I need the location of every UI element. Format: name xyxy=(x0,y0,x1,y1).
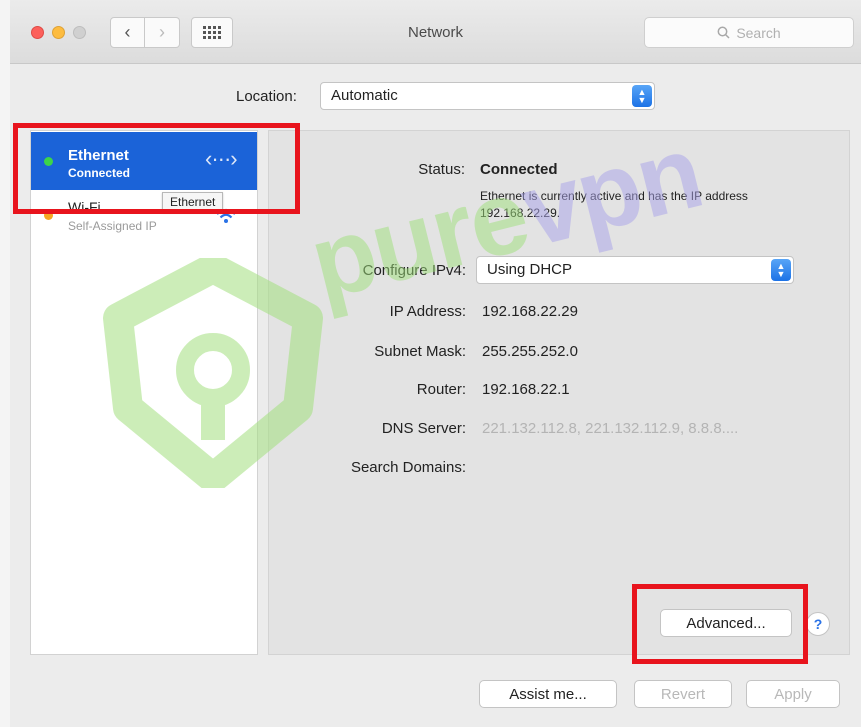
search-placeholder: Search xyxy=(736,24,781,41)
router-label: Router: xyxy=(416,381,466,398)
highlight-box-advanced xyxy=(632,584,808,664)
configure-ipv4-select[interactable]: Using DHCP ▲ ▼ xyxy=(476,256,794,284)
ip-address-value: 192.168.22.29 xyxy=(482,303,578,320)
location-select[interactable]: Automatic ▲ ▼ xyxy=(320,82,655,110)
service-status: Self-Assigned IP xyxy=(68,219,157,233)
background-window-edge xyxy=(0,0,10,727)
help-button[interactable]: ? xyxy=(806,612,830,636)
configure-ipv4-value: Using DHCP xyxy=(487,261,573,278)
location-label: Location: xyxy=(236,88,297,105)
router-value: 192.168.22.1 xyxy=(482,381,570,398)
status-value: Connected xyxy=(480,161,558,178)
select-stepper-icon: ▲ ▼ xyxy=(632,85,652,107)
select-stepper-icon: ▲ ▼ xyxy=(771,259,791,281)
highlight-box-ethernet xyxy=(13,123,300,214)
subnet-mask-label: Subnet Mask: xyxy=(374,343,466,360)
subnet-mask-value: 255.255.252.0 xyxy=(482,343,578,360)
configure-ipv4-label: Configure IPv4: xyxy=(362,262,466,279)
ip-address-label: IP Address: xyxy=(389,303,466,320)
search-field[interactable]: Search xyxy=(644,17,854,48)
apply-button[interactable]: Apply xyxy=(746,680,840,708)
dns-server-value: 221.132.112.8, 221.132.112.9, 8.8.8.... xyxy=(482,420,739,437)
status-description: Ethernet is currently active and has the… xyxy=(480,189,748,220)
revert-button[interactable]: Revert xyxy=(634,680,732,708)
search-domains-label: Search Domains: xyxy=(350,459,466,476)
assist-me-button[interactable]: Assist me... xyxy=(479,680,617,708)
location-value: Automatic xyxy=(331,87,398,104)
title-bar: ‹ › Network Search xyxy=(10,0,861,64)
dns-server-label: DNS Server: xyxy=(381,420,466,437)
help-icon: ? xyxy=(813,616,823,632)
network-preferences-window: ‹ › Network Search Location: Automatic ▲… xyxy=(10,0,861,727)
search-icon xyxy=(717,26,730,39)
